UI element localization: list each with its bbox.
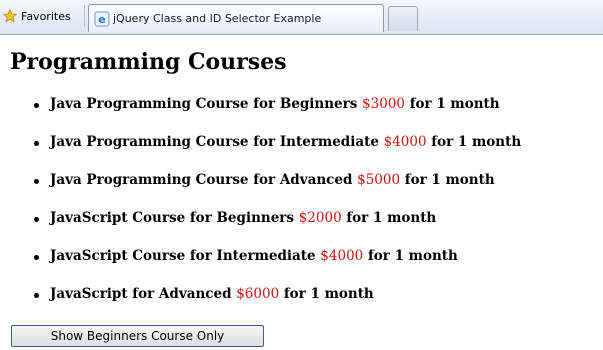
course-price: $4000 — [320, 248, 364, 264]
course-price: $5000 — [357, 172, 401, 188]
course-name: Java Programming Course for Beginners — [50, 96, 358, 112]
favorites-button[interactable]: Favorites — [3, 6, 71, 26]
course-duration: for 1 month — [367, 248, 458, 264]
ie-page-icon: e — [94, 11, 110, 26]
browser-tab-active[interactable]: e jQuery Class and ID Selector Example — [88, 4, 384, 32]
page-title: Programming Courses — [10, 49, 287, 75]
bullet-icon — [34, 103, 39, 108]
svg-text:e: e — [98, 13, 105, 26]
course-name: JavaScript Course for Intermediate — [50, 248, 316, 264]
course-price: $3000 — [362, 96, 405, 112]
course-name: JavaScript for Advanced — [50, 286, 232, 302]
course-price: $6000 — [236, 286, 280, 302]
course-duration: for 1 month — [409, 96, 500, 112]
course-duration: for 1 month — [283, 286, 374, 302]
course-duration: for 1 month — [346, 210, 437, 226]
browser-tab-bar: Favorites e jQuery Class and ID Selector… — [0, 0, 603, 35]
course-price: $4000 — [383, 134, 427, 150]
favorites-label: Favorites — [21, 9, 71, 23]
bullet-icon — [34, 293, 39, 298]
star-icon — [3, 9, 17, 23]
toolbar-separator — [84, 5, 85, 27]
bullet-icon — [34, 141, 39, 146]
course-duration: for 1 month — [404, 172, 495, 188]
bullet-icon — [34, 255, 39, 260]
bullet-icon — [34, 179, 39, 184]
course-name: Java Programming Course for Advanced — [50, 172, 353, 188]
course-price: $2000 — [298, 210, 342, 226]
course-name: JavaScript Course for Beginners — [50, 210, 295, 226]
bullet-icon — [34, 217, 39, 222]
new-tab-button[interactable] — [388, 6, 418, 31]
course-duration: for 1 month — [431, 134, 522, 150]
course-name: Java Programming Course for Intermediate — [50, 134, 379, 150]
show-beginners-button[interactable]: Show Beginners Course Only — [11, 325, 264, 347]
tab-title: jQuery Class and ID Selector Example — [113, 12, 322, 25]
